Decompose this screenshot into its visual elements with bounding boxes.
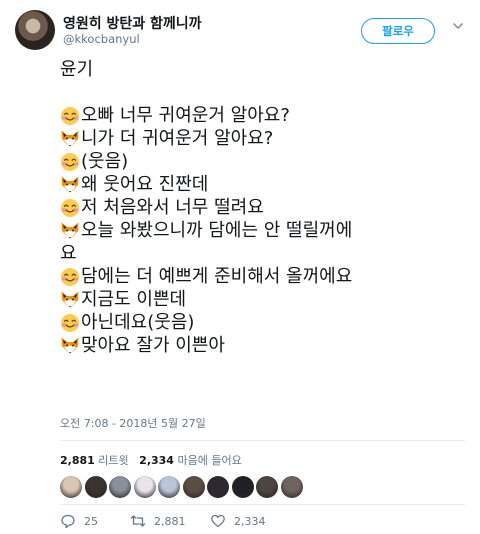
tweet-line-text: 담에는 더 예쁘게 준비해서 올꺼에요 bbox=[81, 266, 353, 287]
tweet-line: 맞아요 잘가 이쁜아 bbox=[60, 334, 470, 357]
tweet-line-text: 지금도 이쁜데 bbox=[81, 289, 187, 310]
chevron-down-icon[interactable] bbox=[451, 19, 465, 33]
tweet-line: 니가 더 귀여운거 알아요? bbox=[60, 127, 470, 150]
like-button[interactable]: 2,334 bbox=[210, 513, 266, 529]
tweet-line: 지금도 이쁜데 bbox=[60, 288, 470, 311]
tweet-line-text: 요 bbox=[60, 243, 77, 264]
reply-button[interactable]: 25 bbox=[60, 513, 130, 529]
reply-count: 25 bbox=[84, 514, 98, 528]
user-handle[interactable]: @kkocbanyul bbox=[63, 32, 140, 46]
liker-avatar[interactable] bbox=[182, 476, 205, 498]
tweet-line-text: 오늘 와봤으니까 담에는 안 떨릴꺼에 bbox=[81, 220, 353, 241]
tweet-line-text: 저 처음와서 너무 떨려요 bbox=[81, 197, 264, 218]
tweet-line bbox=[60, 81, 470, 104]
tweet-line: (웃음) bbox=[60, 150, 470, 173]
tweet-text: 윤기오빠 너무 귀여운거 알아요? 니가 더 귀여운거 알아요? (웃음) 왜 웃어요… bbox=[60, 58, 470, 357]
tweet-line: 저 처음와서 너무 떨려요 bbox=[60, 196, 470, 219]
liker-avatar[interactable] bbox=[280, 476, 303, 498]
liker-avatar[interactable] bbox=[133, 476, 156, 498]
heart-icon bbox=[211, 514, 225, 528]
divider bbox=[60, 504, 465, 505]
tweet-actions: 25 2,881 2,334 bbox=[60, 513, 266, 529]
like-action-count: 2,334 bbox=[234, 514, 266, 528]
fox-face-icon bbox=[60, 336, 80, 356]
tweet-line: 요 bbox=[60, 242, 470, 265]
retweet-icon bbox=[130, 515, 146, 527]
tweet-line: 오빠 너무 귀여운거 알아요? bbox=[60, 104, 470, 127]
fox-face-icon bbox=[60, 129, 80, 149]
retweet-count[interactable]: 2,881 bbox=[60, 454, 95, 467]
fox-face-icon bbox=[60, 221, 80, 241]
liker-avatar[interactable] bbox=[84, 476, 107, 498]
tweet-line: 오늘 와봤으니까 담에는 안 떨릴꺼에 bbox=[60, 219, 470, 242]
liker-avatar[interactable] bbox=[207, 476, 229, 498]
retweet-button[interactable]: 2,881 bbox=[130, 513, 210, 529]
fox-face-icon bbox=[60, 290, 80, 310]
liker-avatar[interactable] bbox=[231, 476, 254, 498]
liker-avatar[interactable] bbox=[256, 476, 278, 498]
divider bbox=[60, 440, 465, 441]
tweet-line: 윤기 bbox=[60, 58, 470, 81]
engagement-stats: 2,881 리트윗 2,334 마음에 들어요 bbox=[60, 452, 242, 468]
avatar[interactable] bbox=[15, 10, 55, 50]
reply-icon bbox=[61, 514, 75, 529]
tweet-line: 왜 웃어요 진짠데 bbox=[60, 173, 470, 196]
like-count[interactable]: 2,334 bbox=[139, 454, 174, 467]
tweet-timestamp[interactable]: 오전 7:08 - 2018년 5월 27일 bbox=[60, 415, 206, 431]
tweet-line-text: (웃음) bbox=[81, 151, 129, 172]
follow-button[interactable]: 팔로우 bbox=[361, 18, 435, 44]
tweet-line-text: 맞아요 잘가 이쁜아 bbox=[81, 335, 225, 356]
smiling-face-icon bbox=[60, 198, 80, 218]
fox-face-icon bbox=[60, 175, 80, 195]
tweet-header: 영원히 방탄과 함께니까 @kkocbanyul 팔로우 bbox=[15, 10, 465, 50]
tweet-line-text: 아닌데요(웃음) bbox=[81, 312, 195, 333]
smiling-face-icon bbox=[60, 106, 80, 126]
liker-avatar[interactable] bbox=[60, 476, 82, 498]
liker-avatar[interactable] bbox=[158, 476, 180, 498]
retweet-action-count: 2,881 bbox=[154, 514, 186, 528]
like-label[interactable]: 마음에 들어요 bbox=[177, 454, 241, 467]
display-name[interactable]: 영원히 방탄과 함께니까 bbox=[63, 13, 202, 33]
tweet-line-text: 왜 웃어요 진짠데 bbox=[81, 174, 209, 195]
tweet-line-text: 니가 더 귀여운거 알아요? bbox=[81, 128, 274, 149]
tweet-line-text: 오빠 너무 귀여운거 알아요? bbox=[81, 105, 290, 126]
smiling-face-icon bbox=[60, 267, 80, 287]
smiling-face-icon bbox=[60, 152, 80, 172]
smiling-face-icon bbox=[60, 313, 80, 333]
tweet-line-text: 윤기 bbox=[60, 59, 94, 80]
tweet-line: 아닌데요(웃음) bbox=[60, 311, 470, 334]
tweet-line: 담에는 더 예쁘게 준비해서 올꺼에요 bbox=[60, 265, 470, 288]
liker-avatar[interactable] bbox=[109, 476, 131, 498]
retweet-label[interactable]: 리트윗 bbox=[98, 454, 128, 467]
likers-avatars bbox=[60, 476, 305, 498]
